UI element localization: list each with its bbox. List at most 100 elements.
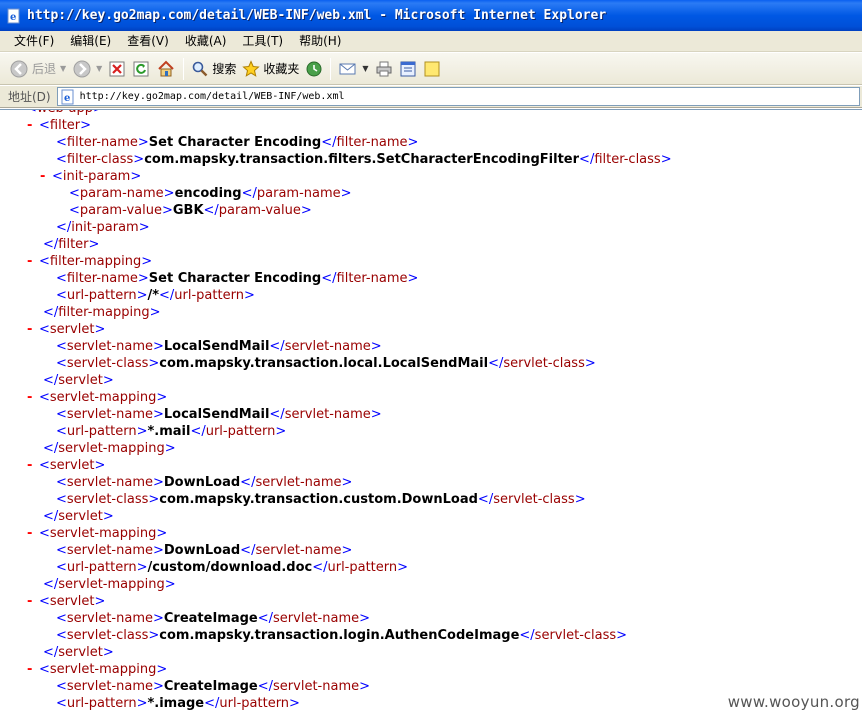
ie-page-icon: e <box>7 8 20 23</box>
element-text: com.mapsky.transaction.filters.SetCharac… <box>144 152 580 167</box>
forward-dropdown-icon[interactable]: ▼ <box>96 64 102 73</box>
search-button[interactable]: 搜索 <box>188 56 239 82</box>
tag-bracket: < <box>56 407 67 422</box>
menu-favorites[interactable]: 收藏(A) <box>177 32 235 51</box>
menu-edit[interactable]: 编辑(E) <box>62 32 119 51</box>
open-tag-name: servlet-mapping <box>49 390 157 405</box>
back-button[interactable]: 后退 ▼ <box>6 56 69 82</box>
tag-bracket: < <box>56 543 67 558</box>
xml-line: <servlet-class>com.mapsky.transaction.cu… <box>56 491 586 508</box>
print-button[interactable] <box>372 56 396 82</box>
tag-bracket: > <box>152 543 164 558</box>
xml-line[interactable]: - <servlet> <box>27 321 105 338</box>
history-icon <box>306 61 322 76</box>
discuss-button[interactable] <box>420 56 444 82</box>
xml-line: </servlet-mapping> <box>43 576 176 593</box>
xml-line[interactable]: - <servlet> <box>27 593 105 610</box>
tag-bracket: > <box>102 373 114 388</box>
tag-bracket: > <box>243 288 255 303</box>
xml-line[interactable]: -<web-app> <box>14 110 104 117</box>
element-text: Set Character Encoding <box>148 135 322 150</box>
xml-line: <servlet-name>LocalSendMail</servlet-nam… <box>56 338 382 355</box>
xml-line[interactable]: - <servlet-mapping> <box>27 661 167 678</box>
svg-text:e: e <box>64 93 70 104</box>
open-tag-name: servlet-mapping <box>49 526 157 541</box>
home-button[interactable] <box>153 56 179 82</box>
open-tag-name: param-name <box>79 186 164 201</box>
refresh-button[interactable] <box>129 56 153 82</box>
tag-bracket: < <box>39 390 50 405</box>
tag-bracket: </ <box>43 509 59 524</box>
favorites-button[interactable]: 收藏夹 <box>239 56 302 82</box>
standard-toolbar: 后退 ▼ ▼ 搜索 收藏夹 ▼ <box>0 53 862 85</box>
close-tag-name: servlet-name <box>284 407 371 422</box>
element-text: LocalSendMail <box>163 339 270 354</box>
close-tag-name: url-pattern <box>327 560 398 575</box>
collapse-toggle[interactable]: - <box>14 110 26 117</box>
back-dropdown-icon[interactable]: ▼ <box>60 64 66 73</box>
tag-bracket: < <box>39 662 50 677</box>
close-tag-name: servlet-mapping <box>58 441 165 456</box>
history-button[interactable] <box>302 56 326 82</box>
tag-bracket: </ <box>477 492 494 507</box>
xml-line[interactable]: - <servlet-mapping> <box>27 389 167 406</box>
open-tag-name: servlet-name <box>66 407 153 422</box>
tag-bracket: </ <box>204 696 220 711</box>
xml-line[interactable]: - <filter> <box>27 117 91 134</box>
xml-line: </servlet> <box>43 508 114 525</box>
collapse-toggle[interactable]: - <box>27 389 39 406</box>
xml-line: <filter-class>com.mapsky.transaction.fil… <box>56 151 672 168</box>
tag-bracket: < <box>56 696 67 711</box>
xml-line[interactable]: - <servlet-mapping> <box>27 525 167 542</box>
menu-tools[interactable]: 工具(T) <box>234 32 291 51</box>
xml-document-view: -<web-app>-<filter><filter-name>Set Char… <box>0 109 862 713</box>
menu-view[interactable]: 查看(V) <box>119 32 177 51</box>
collapse-toggle[interactable]: - <box>27 593 39 610</box>
tag-bracket: > <box>275 424 287 439</box>
tag-bracket: </ <box>240 543 256 558</box>
tag-bracket: > <box>156 390 168 405</box>
xml-line[interactable]: - <init-param> <box>40 168 141 185</box>
tag-bracket: < <box>69 203 80 218</box>
address-input[interactable]: e http://key.go2map.com/detail/WEB-INF/w… <box>56 87 860 106</box>
forward-button[interactable]: ▼ <box>69 56 105 82</box>
xml-line: <url-pattern>*.image</url-pattern> <box>56 695 300 712</box>
collapse-toggle[interactable]: - <box>27 253 39 270</box>
tag-bracket: > <box>133 152 145 167</box>
tag-bracket: > <box>149 305 161 320</box>
title-bar: e http://key.go2map.com/detail/WEB-INF/w… <box>0 0 862 31</box>
xml-line: <servlet-name>LocalSendMail</servlet-nam… <box>56 406 382 423</box>
collapse-toggle[interactable]: - <box>27 117 39 134</box>
collapse-toggle[interactable]: - <box>27 321 39 338</box>
tag-bracket: </ <box>241 186 257 201</box>
element-text: com.mapsky.transaction.local.LocalSendMa… <box>159 356 489 371</box>
element-text: GBK <box>172 203 204 218</box>
menu-file[interactable]: 文件(F) <box>6 32 62 51</box>
xml-line[interactable]: - <filter-mapping> <box>27 253 152 270</box>
menu-help[interactable]: 帮助(H) <box>291 32 349 51</box>
open-tag-name: servlet-class <box>66 628 149 643</box>
tag-bracket: > <box>138 220 150 235</box>
mail-dropdown-icon[interactable]: ▼ <box>362 64 368 73</box>
mail-button[interactable]: ▼ <box>335 56 371 82</box>
stop-button[interactable] <box>105 56 129 82</box>
element-text: *.image <box>147 696 205 711</box>
close-tag-name: filter <box>58 237 89 252</box>
tag-bracket: < <box>56 475 67 490</box>
close-tag-name: param-name <box>256 186 341 201</box>
collapse-toggle[interactable]: - <box>27 457 39 474</box>
open-tag-name: servlet <box>49 594 95 609</box>
xml-line: <url-pattern>*.mail</url-pattern> <box>56 423 286 440</box>
search-label: 搜索 <box>212 62 237 76</box>
close-tag-name: url-pattern <box>174 288 244 303</box>
collapse-toggle[interactable]: - <box>40 168 52 185</box>
collapse-toggle[interactable]: - <box>27 661 39 678</box>
tag-bracket: > <box>359 611 371 626</box>
tag-bracket: > <box>152 611 164 626</box>
collapse-toggle[interactable]: - <box>27 525 39 542</box>
xml-line[interactable]: - <servlet> <box>27 457 105 474</box>
tag-bracket: > <box>148 356 160 371</box>
close-tag-name: servlet-name <box>255 475 342 490</box>
tag-bracket: < <box>56 492 67 507</box>
edit-button[interactable] <box>396 56 420 82</box>
